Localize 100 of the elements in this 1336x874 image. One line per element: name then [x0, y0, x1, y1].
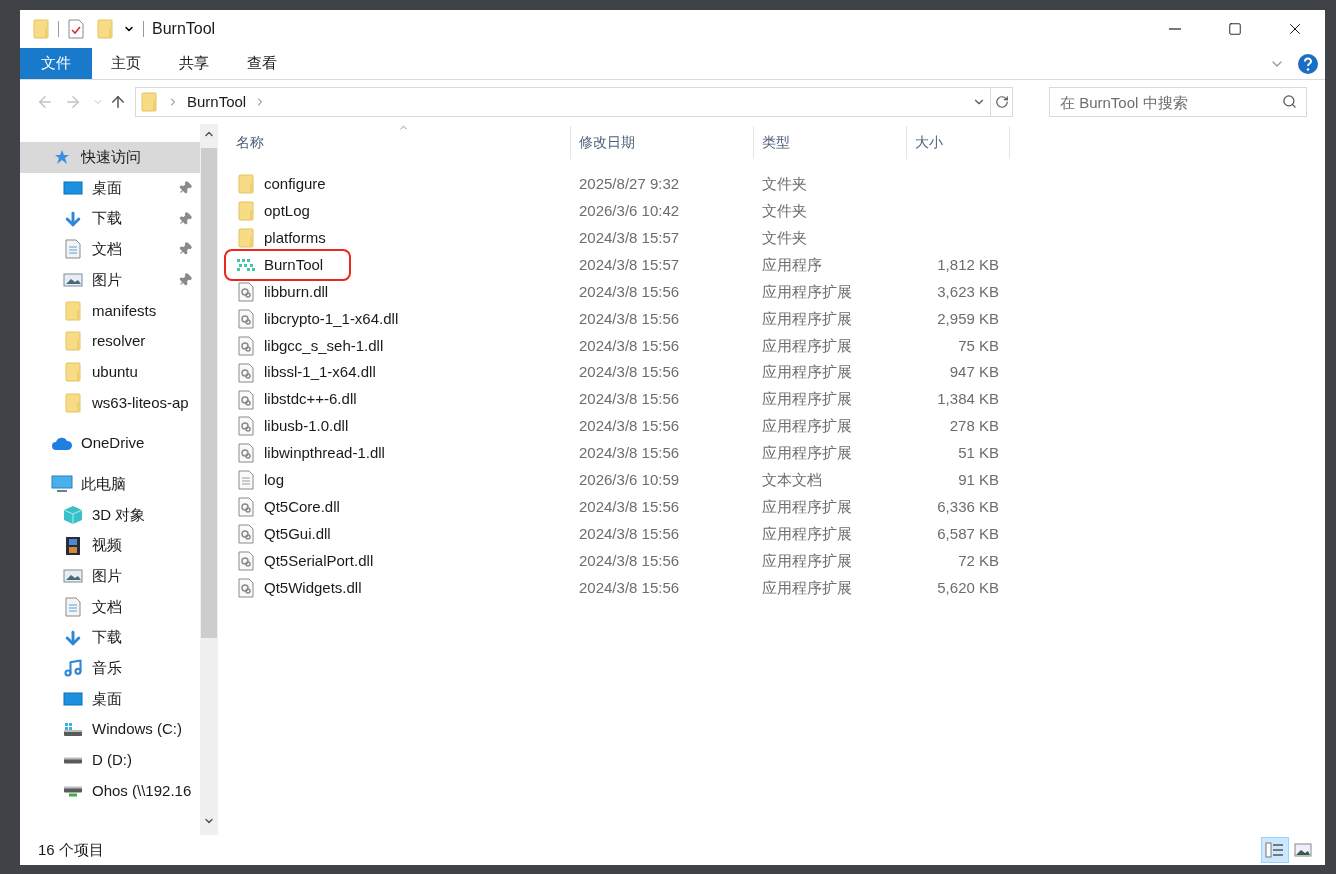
nav-item[interactable]: 文档	[20, 591, 200, 623]
file-row[interactable]: libgcc_s_seh-1.dll 2024/3/8 15:56 应用程序扩展 75 KB	[228, 332, 1325, 360]
search-field[interactable]: 在 BurnTool 中搜索	[1049, 87, 1307, 117]
file-name: optLog	[264, 201, 310, 222]
type-cell-text: 应用程序扩展	[761, 577, 853, 598]
breadcrumb[interactable]: BurnTool	[187, 90, 247, 114]
details-view-button[interactable]	[1261, 837, 1289, 863]
date-cell-text: 2026/3/6 10:59	[578, 470, 681, 490]
file-row[interactable]: Qt5SerialPort.dll 2024/3/8 15:56 应用程序扩展 72 KB	[228, 547, 1325, 575]
nav-item[interactable]: ubuntu	[20, 356, 200, 388]
music-note-icon	[63, 658, 83, 679]
folder-icon	[65, 331, 81, 352]
nav-item[interactable]: 桌面	[20, 172, 200, 204]
file-row[interactable]: libusb-1.0.dll 2024/3/8 15:56 应用程序扩展 278 KB	[228, 413, 1325, 440]
file-row[interactable]: libwinpthread-1.dll 2024/3/8 15:56 应用程序扩展 51 KB	[228, 439, 1325, 467]
nav-item[interactable]: OneDrive	[20, 428, 200, 459]
file-row[interactable]: log 2026/3/6 10:59 文本文档 91 KB	[228, 466, 1325, 494]
ribbon-tab[interactable]: 主页	[92, 48, 160, 79]
nav-label: 下载	[92, 208, 123, 229]
file-row[interactable]: Qt5Core.dll 2024/3/8 15:56 应用程序扩展 6,336 KB	[228, 493, 1325, 521]
document-icon	[65, 239, 81, 260]
text-file-icon	[238, 470, 254, 491]
size-cell: 3,623 KB	[937, 282, 999, 300]
type-cell-text: 文件夹	[761, 174, 808, 195]
file-row[interactable]: libssl-1_1-x64.dll 2024/3/8 15:56 应用程序扩展 947 KB	[228, 359, 1325, 387]
nav-item[interactable]: 文档	[20, 234, 200, 265]
type-cell-text: 应用程序扩展	[761, 416, 853, 437]
file-name: configure	[264, 174, 326, 195]
type-cell-text: 应用程序扩展	[761, 389, 853, 410]
size-cell: 1,384 KB	[937, 390, 999, 408]
document-icon	[65, 596, 81, 617]
column-header[interactable]: 名称	[228, 126, 571, 159]
up-icon[interactable]	[109, 93, 127, 111]
minimize-icon	[1169, 28, 1181, 30]
nav-item[interactable]: 图片	[20, 560, 200, 592]
refresh-icon[interactable]	[994, 95, 1009, 109]
nav-label: Ohos (\\192.16	[92, 780, 192, 801]
file-name: libgcc_s_seh-1.dll	[264, 335, 384, 356]
app-icon	[236, 257, 256, 274]
properties-icon[interactable]	[68, 19, 84, 39]
file-row[interactable]: optLog 2026/3/6 10:42 文件夹	[228, 197, 1325, 225]
window-title: BurnTool	[152, 19, 216, 39]
file-row[interactable]: Qt5Gui.dll 2024/3/8 15:56 应用程序扩展 6,587 KB	[228, 520, 1325, 548]
nav-item[interactable]: 视频	[20, 530, 200, 561]
scroll-thumb[interactable]	[201, 148, 217, 638]
thumbnail-icon	[1294, 843, 1312, 857]
cloud-icon	[51, 436, 73, 451]
file-row[interactable]: configure 2025/8/27 9:32 文件夹	[228, 171, 1325, 198]
size-cell: 5,620 KB	[937, 578, 999, 596]
scrollbar[interactable]	[200, 124, 218, 835]
nav-item[interactable]: 此电脑	[20, 468, 200, 500]
nav-item[interactable]: Ohos (\\192.16	[20, 775, 200, 807]
dll-file-icon	[238, 550, 254, 571]
nav-item[interactable]: 3D 对象	[20, 499, 200, 531]
nav-item[interactable]: 下载	[20, 622, 200, 653]
nav-item[interactable]: 下载	[20, 203, 200, 235]
nav-item[interactable]: 桌面	[20, 683, 200, 715]
file-row[interactable]: libstdc++-6.dll 2024/3/8 15:56 应用程序扩展 1,384 KB	[228, 386, 1325, 413]
nav-item[interactable]: 音乐	[20, 653, 200, 684]
column-header[interactable]: 大小	[907, 126, 1010, 159]
file-row[interactable]: Qt5Widgets.dll 2024/3/8 15:56 应用程序扩展 5,620 KB	[228, 574, 1325, 602]
nav-label: 下载	[92, 627, 123, 648]
folder-icon	[238, 201, 254, 222]
nav-item[interactable]: 图片	[20, 264, 200, 296]
nav-item[interactable]: ws63-liteos-ap	[20, 387, 200, 419]
ribbon-tab[interactable]: 共享	[160, 48, 228, 79]
dll-file-icon	[238, 389, 254, 410]
dll-file-icon	[238, 524, 254, 545]
dll-file-icon	[238, 362, 254, 383]
dll-file-icon	[238, 497, 254, 518]
file-row[interactable]: BurnTool 2024/3/8 15:57 应用程序 1,812 KB	[228, 251, 1325, 279]
drive-icon	[63, 756, 83, 764]
nav-item[interactable]: 快速访问	[20, 142, 200, 173]
date-cell-text: 2024/3/8 15:56	[578, 281, 681, 302]
file-row[interactable]: libburn.dll 2024/3/8 15:56 应用程序扩展 3,623 KB	[228, 278, 1325, 306]
film-icon	[65, 535, 81, 556]
type-cell-text: 应用程序扩展	[761, 550, 853, 571]
nav-item[interactable]: resolver	[20, 326, 200, 357]
help-icon[interactable]	[1297, 52, 1319, 75]
search-icon	[1282, 94, 1297, 109]
nav-label: ws63-liteos-ap	[92, 392, 190, 413]
file-row[interactable]: platforms 2024/3/8 15:57 文件夹	[228, 224, 1325, 252]
type-cell-text: 应用程序扩展	[761, 362, 853, 383]
nav-item[interactable]: manifests	[20, 295, 200, 327]
type-cell-text: 应用程序扩展	[761, 335, 853, 356]
ribbon-tab[interactable]: 查看	[228, 48, 296, 79]
address-bar[interactable]: BurnTool	[135, 87, 1013, 117]
column-header[interactable]: 修改日期	[571, 126, 754, 159]
date-cell-text: 2024/3/8 15:56	[578, 496, 681, 517]
file-name: libburn.dll	[264, 281, 329, 302]
nav-label: 快速访问	[81, 147, 142, 168]
nav-label: 文档	[92, 596, 123, 617]
type-cell-text: 应用程序扩展	[761, 281, 853, 302]
nav-item[interactable]: D (D:)	[20, 745, 200, 776]
nav-item[interactable]: Windows (C:)	[20, 714, 200, 746]
file-row[interactable]: libcrypto-1_1-x64.dll 2024/3/8 15:56 应用程序扩展 2,959 KB	[228, 305, 1325, 333]
column-header[interactable]: 类型	[754, 126, 907, 159]
ribbon-tab[interactable]: 文件	[20, 48, 92, 79]
cube-icon	[63, 504, 83, 525]
date-cell-text: 2026/3/6 10:42	[578, 201, 681, 222]
